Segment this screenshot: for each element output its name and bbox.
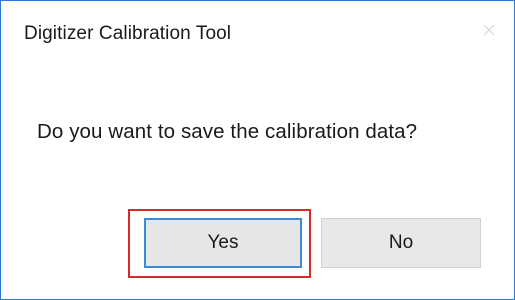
close-icon[interactable] bbox=[482, 23, 496, 37]
yes-button[interactable]: Yes bbox=[144, 218, 302, 268]
no-button[interactable]: No bbox=[321, 218, 481, 268]
yes-button-label: Yes bbox=[207, 232, 239, 253]
dialog-title: Digitizer Calibration Tool bbox=[24, 23, 232, 44]
dialog-message: Do you want to save the calibration data… bbox=[37, 120, 418, 143]
no-button-label: No bbox=[388, 232, 414, 253]
